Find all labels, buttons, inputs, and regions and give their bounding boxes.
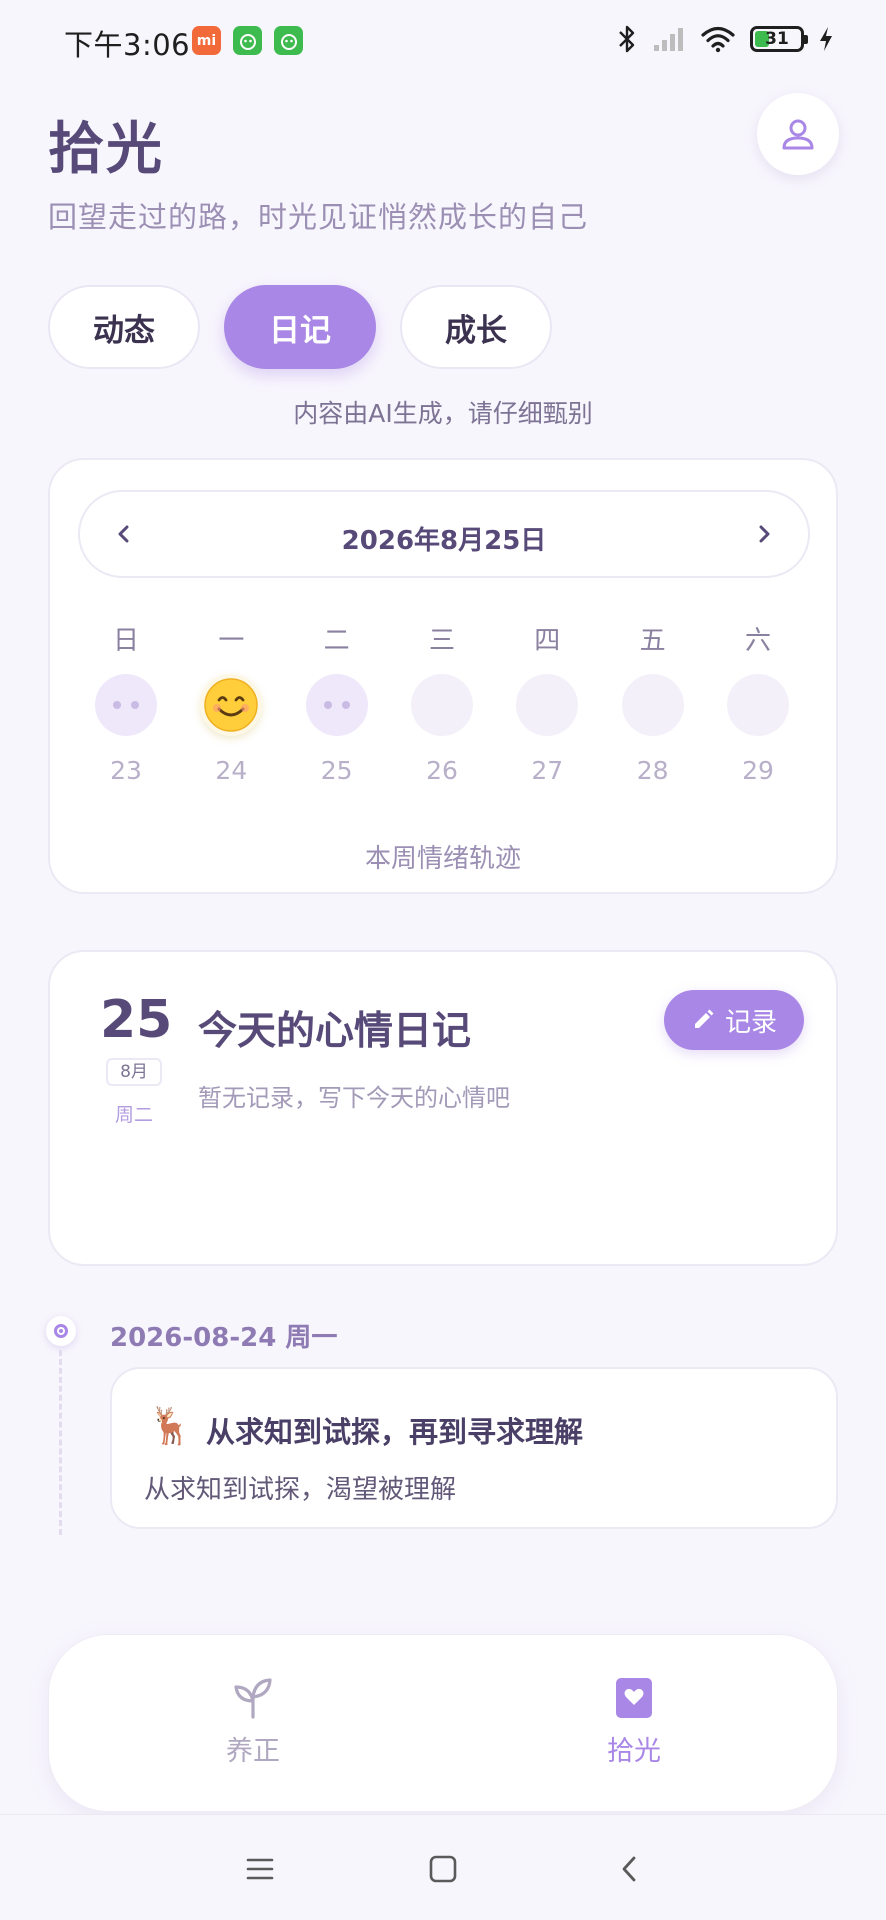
user-icon [782, 119, 814, 150]
day-number: 26 [426, 756, 458, 785]
entry-summary: 从求知到试探，渴望被理解 [144, 1475, 457, 1505]
mood-empty-icon [410, 674, 473, 736]
heart-bookmark-icon [616, 1678, 652, 1718]
day-number: 25 [320, 756, 353, 785]
weekday-label: 五 [639, 626, 666, 656]
tab-diary[interactable]: 日记 [224, 285, 376, 369]
nav-item-shiguang[interactable]: 拾光 [574, 1675, 694, 1768]
day-number: 23 [110, 756, 142, 785]
record-button[interactable]: 记录 [664, 990, 804, 1050]
nav-label-yangzheng: 养正 [226, 1736, 280, 1767]
system-icons: 31 [616, 24, 834, 54]
back-button[interactable] [610, 1849, 650, 1889]
bluetooth-icon [619, 25, 635, 53]
ai-disclaimer: 内容由AI生成，请仔细甄别 [293, 399, 593, 428]
day-number: 24 [215, 756, 248, 785]
day-column[interactable]: 六 29 [706, 620, 810, 785]
day-column[interactable]: 三 26 [390, 620, 494, 785]
nav-item-yangzheng[interactable]: 养正 [193, 1675, 313, 1768]
wifi-icon [701, 26, 735, 53]
diary-day-number: 25 [100, 990, 173, 1050]
next-week-button[interactable] [744, 514, 784, 554]
mood-empty-icon [726, 674, 789, 736]
menu-button[interactable] [240, 1849, 280, 1889]
signal-icon [654, 28, 683, 51]
smiley-mood-icon [200, 674, 263, 736]
weekday-label: 日 [112, 626, 139, 656]
week-days: 日 23 一 24 二 25 三 26 四 27 五 28 六 29 [74, 620, 810, 785]
app-notification-icon-2 [274, 26, 303, 55]
tab-feed[interactable]: 动态 [48, 285, 200, 369]
day-column[interactable]: 日 23 [74, 620, 178, 785]
status-bar: 下午3:06 mi 31 [0, 0, 886, 80]
system-navigation-bar [0, 1814, 886, 1920]
day-column[interactable]: 二 25 [285, 620, 389, 785]
diary-empty-text: 暂无记录，写下今天的心情吧 [198, 1084, 510, 1112]
status-time: 下午3:06 [64, 28, 191, 62]
diary-month-badge: 8月 [106, 1058, 162, 1086]
mood-empty-icon [621, 674, 684, 736]
nav-label-shiguang: 拾光 [607, 1736, 661, 1767]
timeline-dot-icon [46, 1316, 76, 1346]
home-button[interactable] [423, 1849, 463, 1889]
bottom-navigation: 养正 拾光 [48, 1634, 838, 1812]
mood-placeholder-icon [305, 674, 368, 736]
calendar-navigator: 2026年8月25日 [78, 490, 810, 578]
app-notification-icon [233, 26, 262, 55]
diary-title: 今天的心情日记 [198, 1009, 472, 1054]
calendar-date[interactable]: 2026年8月25日 [80, 520, 808, 557]
charging-icon [820, 27, 832, 51]
day-number: 29 [742, 756, 774, 785]
day-column[interactable]: 四 27 [495, 620, 599, 785]
diary-weekday: 周二 [114, 1104, 153, 1126]
weekday-label: 一 [218, 626, 245, 656]
day-number: 28 [636, 756, 669, 785]
chevron-right-icon [759, 525, 770, 543]
sprout-icon [234, 1678, 272, 1719]
weekday-label: 三 [428, 626, 455, 656]
day-number: 27 [531, 756, 564, 785]
week-calendar-card: 2026年8月25日 日 23 一 24 二 25 三 26 四 27 五 28… [48, 458, 838, 894]
home-square-icon [429, 1855, 457, 1883]
mood-placeholder-icon [95, 674, 157, 736]
deer-icon: 🦌 [148, 1406, 193, 1447]
timeline-date: 2026-08-24 周一 [110, 1323, 338, 1353]
tab-bar: 动态 日记 成长 [48, 285, 552, 369]
notification-icons: mi [192, 26, 303, 55]
diary-entry-card[interactable]: 🦌 从求知到试探，再到寻求理解 从求知到试探，渴望被理解 [110, 1367, 838, 1529]
back-icon [622, 1856, 636, 1882]
profile-button[interactable] [757, 93, 839, 175]
weekday-label: 二 [323, 626, 350, 656]
menu-icon [246, 1858, 274, 1880]
mood-empty-icon [516, 674, 579, 736]
battery-level: 31 [765, 29, 789, 49]
weekday-label: 四 [534, 626, 561, 656]
mi-notification-icon: mi [192, 26, 221, 55]
weekday-label: 六 [744, 626, 771, 656]
entry-title: 从求知到试探，再到寻求理解 [206, 1415, 584, 1449]
day-column[interactable]: 五 28 [601, 620, 705, 785]
week-mood-caption: 本周情绪轨迹 [364, 844, 521, 874]
record-button-label: 记录 [724, 1007, 777, 1038]
pencil-icon [694, 1009, 714, 1028]
page-title: 拾光 [48, 117, 164, 182]
battery-icon: 31 [750, 26, 808, 52]
tab-growth[interactable]: 成长 [400, 285, 552, 369]
today-diary-card: 25 8月 周二 今天的心情日记 暂无记录，写下今天的心情吧 记录 [48, 950, 838, 1266]
timeline-line [59, 1350, 62, 1535]
page-subtitle: 回望走过的路，时光见证悄然成长的自己 [48, 200, 589, 234]
day-column[interactable]: 一 24 [179, 620, 283, 785]
